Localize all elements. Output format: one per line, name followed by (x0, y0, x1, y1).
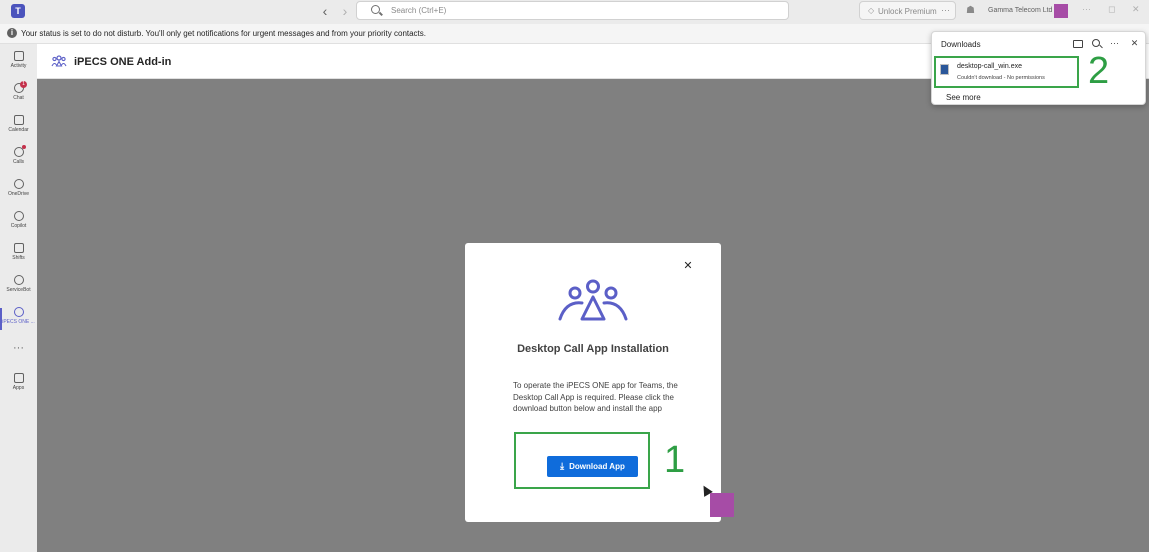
dialog-close-icon[interactable]: ✕ (683, 261, 693, 272)
back-arrow-icon[interactable]: ‹ (318, 3, 332, 19)
sidebar-item-label: Copilot (10, 223, 27, 229)
download-status: Couldn't download - No permissions (957, 75, 1045, 81)
sidebar-item-label: Calls (12, 159, 25, 165)
annotation-box-2 (934, 56, 1079, 88)
sidebar-item-label: ServiceBot (6, 287, 31, 293)
sidebar-item-ipecs-one[interactable]: iPECS ONE ... (0, 305, 37, 335)
download-file-name[interactable]: desktop-call_win.exe (957, 63, 1022, 70)
dialog-body: To operate the iPECS ONE app for Teams, … (513, 381, 678, 413)
avatar[interactable] (1054, 4, 1068, 18)
see-more-link[interactable]: See more (946, 93, 981, 102)
sidebar-item-copilot[interactable]: Copilot (0, 209, 37, 239)
app-title: iPECS ONE Add-in (74, 56, 172, 68)
downloads-search-icon[interactable] (1092, 39, 1100, 47)
calendar-icon (13, 115, 24, 125)
sidebar-item-label: Calendar (8, 127, 29, 133)
info-icon: i (7, 28, 17, 38)
search-placeholder: Search (Ctrl+E) (391, 6, 447, 15)
people-icon[interactable]: ☗ (966, 5, 975, 16)
more-apps-icon[interactable]: ··· (0, 342, 37, 354)
downloads-flyout: Downloads ··· ✕ desktop-call_win.exe Cou… (931, 31, 1146, 105)
file-icon (940, 64, 949, 75)
banner-text: Your status is set to do not disturb. Yo… (21, 29, 427, 38)
cloud-icon (13, 179, 24, 189)
restore-icon[interactable]: ◻ (1108, 4, 1115, 15)
calls-dot (22, 145, 26, 149)
sidebar-item-label: Apps (12, 385, 25, 391)
ipecs-people-icon (558, 279, 628, 321)
downloads-more-icon[interactable]: ··· (1109, 38, 1120, 48)
download-app-label: Download App (569, 462, 625, 471)
sidebar-item-label: OneDrive (7, 191, 30, 197)
title-bar: T ‹ › Search (Ctrl+E) ◇ Unlock Premium ·… (0, 0, 1149, 24)
search-input[interactable]: Search (Ctrl+E) (356, 1, 789, 20)
sidebar-item-shifts[interactable]: Shifts (0, 241, 37, 271)
purple-square (710, 493, 734, 517)
search-icon (371, 5, 380, 14)
download-app-button[interactable]: ⤓ Download App (547, 456, 638, 477)
sidebar-item-servicebot[interactable]: ServiceBot (0, 273, 37, 303)
forward-arrow-icon[interactable]: › (338, 3, 352, 19)
teams-logo-icon: T (11, 4, 25, 18)
diamond-icon: ◇ (868, 6, 875, 15)
sidebar-item-activity[interactable]: Activity (0, 49, 37, 79)
sidebar-item-label: Shifts (12, 255, 25, 261)
ipecs-icon (13, 307, 24, 317)
sidebar-item-label: Activity (10, 63, 27, 69)
unlock-premium-label: Unlock Premium (878, 7, 937, 16)
premium-more-icon[interactable]: ··· (941, 5, 950, 15)
sidebar: Activity 1 Chat Calendar Calls OneDrive … (0, 44, 37, 552)
folder-icon[interactable] (1073, 40, 1083, 48)
sidebar-item-calls[interactable]: Calls (0, 145, 37, 175)
servicebot-icon (13, 275, 24, 285)
bell-icon (13, 51, 24, 61)
download-icon: ⤓ (560, 461, 565, 471)
chat-badge: 1 (20, 81, 27, 88)
annotation-marker-1: 1 (664, 439, 686, 481)
clock-icon (13, 243, 24, 253)
sidebar-item-apps[interactable]: Apps (0, 371, 37, 401)
downloads-title: Downloads (941, 40, 981, 49)
sidebar-item-label: Chat (13, 95, 24, 101)
unlock-premium-button[interactable]: ◇ Unlock Premium ··· (859, 1, 956, 20)
copilot-icon (13, 211, 24, 221)
window-close-icon[interactable]: ✕ (1132, 4, 1140, 15)
downloads-close-icon[interactable]: ✕ (1129, 38, 1140, 49)
annotation-marker-2: 2 (1088, 50, 1110, 92)
org-name[interactable]: Gamma Telecom Ltd (988, 7, 1052, 14)
ipecs-logo-icon (51, 55, 67, 67)
dialog-title: Desktop Call App Installation (517, 343, 669, 355)
sidebar-item-label: iPECS ONE ... (2, 319, 35, 325)
settings-more-icon[interactable]: ··· (1082, 4, 1091, 14)
add-apps-icon (13, 373, 24, 383)
sidebar-item-calendar[interactable]: Calendar (0, 113, 37, 143)
sidebar-item-chat[interactable]: 1 Chat (0, 81, 37, 111)
sidebar-item-onedrive[interactable]: OneDrive (0, 177, 37, 207)
